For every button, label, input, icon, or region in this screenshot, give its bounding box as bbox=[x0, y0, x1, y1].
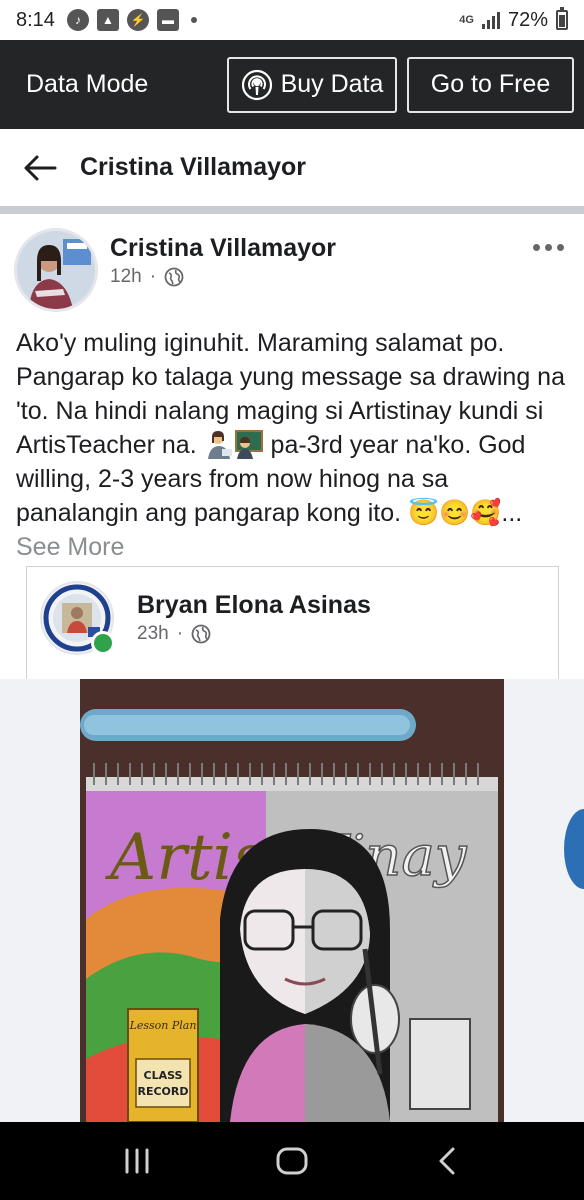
header-divider bbox=[0, 206, 584, 214]
signal-icon bbox=[481, 11, 500, 29]
go-to-free-button[interactable]: Go to Free bbox=[407, 56, 574, 113]
status-time: 8:14 bbox=[16, 8, 55, 31]
post-image[interactable]: Artis Tinay Lesson Plan CLASS RECORD bbox=[0, 679, 584, 1122]
post-author-name[interactable]: Cristina Villamayor bbox=[110, 234, 336, 263]
data-mode-label: Data Mode bbox=[26, 70, 149, 98]
home-icon[interactable] bbox=[262, 1131, 322, 1191]
back-icon[interactable] bbox=[417, 1131, 477, 1191]
post-emojis: 😇😊🥰 bbox=[408, 499, 502, 527]
artistinay-drawing: Artis Tinay Lesson Plan CLASS RECORD bbox=[80, 679, 504, 1122]
data-mode-bar: Data Mode Buy Data Go to Free bbox=[0, 40, 584, 129]
back-arrow-icon[interactable] bbox=[20, 148, 60, 188]
post-ellipsis: ... bbox=[501, 499, 523, 527]
globe-icon bbox=[164, 267, 184, 287]
buy-data-label: Buy Data bbox=[280, 70, 384, 98]
teacher-emoji-icon bbox=[204, 429, 234, 459]
post-text: Ako'y muling iginuhit. Maraming salamat … bbox=[16, 326, 572, 564]
post-author-avatar[interactable] bbox=[14, 228, 98, 312]
recent-apps-icon[interactable] bbox=[107, 1131, 167, 1191]
shared-meta-separator: · bbox=[176, 623, 184, 644]
post-meta: 12h · bbox=[110, 266, 184, 288]
globe-icon bbox=[191, 624, 211, 644]
more-options-icon[interactable] bbox=[533, 244, 564, 251]
online-status-dot bbox=[91, 631, 115, 655]
buy-data-button[interactable]: Buy Data bbox=[227, 56, 397, 113]
battery-percent: 72% bbox=[507, 8, 548, 31]
broadcast-icon bbox=[241, 69, 273, 101]
see-more-link[interactable]: See More bbox=[16, 533, 124, 561]
gallery-icon: ▲ bbox=[96, 9, 119, 31]
shared-post-meta: 23h · bbox=[137, 623, 211, 645]
page-title: Cristina Villamayor bbox=[80, 153, 307, 181]
svg-text:RECORD: RECORD bbox=[137, 1085, 188, 1098]
post: Cristina Villamayor 12h · Ako'y muling i… bbox=[0, 214, 584, 681]
teacher-board-emoji-icon bbox=[234, 429, 264, 459]
messenger-icon: ⚡ bbox=[126, 9, 149, 31]
side-blob bbox=[564, 809, 584, 889]
page-header: Cristina Villamayor bbox=[0, 129, 584, 206]
shared-author-name[interactable]: Bryan Elona Asinas bbox=[137, 591, 371, 620]
shared-post-card[interactable]: Bryan Elona Asinas 23h · bbox=[26, 566, 559, 681]
shared-post-time[interactable]: 23h bbox=[137, 623, 169, 645]
more-notifications-dot bbox=[190, 17, 197, 23]
post-time[interactable]: 12h bbox=[110, 266, 142, 288]
svg-text:CLASS: CLASS bbox=[144, 1069, 183, 1082]
network-type: 4G bbox=[459, 14, 474, 26]
book-lesson-plan: Lesson Plan bbox=[129, 1019, 197, 1032]
meta-separator: · bbox=[149, 266, 157, 287]
message-icon: ▬ bbox=[156, 9, 179, 31]
android-nav-bar bbox=[0, 1122, 584, 1200]
status-bar: 8:14 ♪ ▲ ⚡ ▬ 4G 72% bbox=[0, 0, 584, 40]
tiktok-icon: ♪ bbox=[66, 9, 89, 31]
battery-icon bbox=[556, 7, 568, 30]
